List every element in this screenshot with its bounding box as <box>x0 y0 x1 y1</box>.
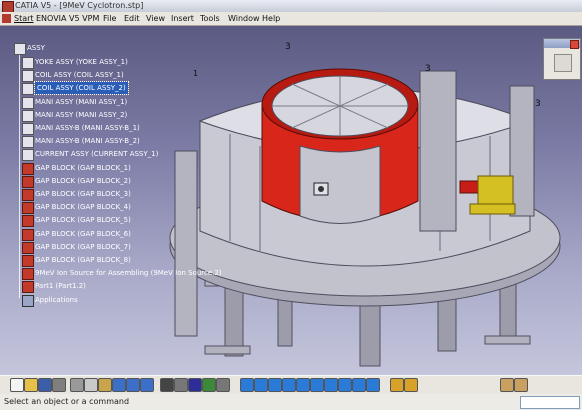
save-icon[interactable] <box>38 378 52 392</box>
tree-item-label: YOKE ASSY (YOKE ASSY_1) <box>35 58 128 66</box>
snap-icon[interactable] <box>202 378 216 392</box>
print-icon[interactable] <box>52 378 66 392</box>
svg-text:3: 3 <box>285 42 291 52</box>
new-icon[interactable] <box>10 378 24 392</box>
menu-tools[interactable]: Tools <box>200 12 220 25</box>
part-icon <box>22 175 34 188</box>
tree-root-label: ASSY <box>27 44 45 52</box>
whats-this-icon[interactable] <box>140 378 154 392</box>
material-icon[interactable] <box>500 378 514 392</box>
specification-tree[interactable]: ASSY YOKE ASSY (YOKE ASSY_1) COIL ASSY (C… <box>0 26 222 307</box>
part-icon <box>22 202 34 215</box>
workbench-icon[interactable] <box>554 54 572 72</box>
product-icon <box>22 149 34 162</box>
tree-item-label: GAP BLOCK (GAP BLOCK_1) <box>35 163 131 172</box>
zoom-out-icon[interactable] <box>296 378 310 392</box>
tree-item-label: GAP BLOCK (GAP BLOCK_7) <box>35 242 131 251</box>
product-icon <box>22 83 34 96</box>
tree-item-label: Applications <box>35 295 78 304</box>
cut-icon[interactable] <box>70 378 84 392</box>
tree-item-label: GAP BLOCK (GAP BLOCK_4) <box>35 203 131 212</box>
bottom-toolbar <box>0 375 582 395</box>
tree-item-label: MANI ASSY (MANI ASSY_2) <box>35 110 128 119</box>
part-icon <box>22 228 34 241</box>
status-bar: Select an object or a command <box>0 394 582 410</box>
measure-icon[interactable] <box>216 378 230 392</box>
tree-item-label: COIL ASSY (COIL ASSY_2) <box>34 81 129 96</box>
hide-show-icon[interactable] <box>390 378 404 392</box>
render-icon[interactable] <box>352 378 366 392</box>
part-icon <box>22 255 34 267</box>
fit-all-icon[interactable] <box>310 378 324 392</box>
applications-icon <box>22 294 34 307</box>
close-icon[interactable] <box>570 40 579 49</box>
lock-icon[interactable] <box>514 378 528 392</box>
product-icon <box>22 136 34 149</box>
part-icon <box>22 162 34 175</box>
workbench-toolbar[interactable] <box>543 38 581 80</box>
move-icon[interactable] <box>268 378 282 392</box>
redo-icon[interactable] <box>126 378 140 392</box>
tree-item-label: GAP BLOCK (GAP BLOCK_8) <box>35 256 131 264</box>
menu-bar: Start ENOVIA V5 VPM File Edit View Inser… <box>0 12 582 26</box>
part-icon <box>22 215 34 228</box>
menu-window[interactable]: Window <box>228 12 260 25</box>
normal-view-icon[interactable] <box>324 378 338 392</box>
3d-viewport[interactable]: 3 3 3 1 ASSY YOKE ASSY (YOKE ASSY_1) COIL… <box>0 26 582 375</box>
copy-icon[interactable] <box>84 378 98 392</box>
tree-item-label: 9MeV Ion Source for Assembling (9MeV Ion… <box>35 269 222 278</box>
tree-item-label: MANI ASSY-B (MANI ASSY-B_1) <box>35 124 140 132</box>
tree-item-label: MANI ASSY (MANI ASSY_1) <box>35 97 128 106</box>
tree-item-label: GAP BLOCK (GAP BLOCK_6) <box>35 229 131 238</box>
open-icon[interactable] <box>24 378 38 392</box>
menu-view[interactable]: View <box>146 12 165 25</box>
product-icon <box>14 43 26 55</box>
formula-icon[interactable] <box>160 378 174 392</box>
tree-item-label: MANI ASSY-B (MANI ASSY-B_2) <box>35 137 140 146</box>
tree-item-label: Part1 (Part1.2) <box>35 282 86 291</box>
menu-help[interactable]: Help <box>262 12 280 25</box>
product-icon <box>22 96 34 109</box>
zoom-in-icon[interactable] <box>282 378 296 392</box>
part-icon <box>22 189 34 201</box>
pan-icon[interactable] <box>240 378 254 392</box>
menu-edit[interactable]: Edit <box>124 12 140 25</box>
table-icon[interactable] <box>188 378 202 392</box>
swap-icon[interactable] <box>404 378 418 392</box>
tree-branch-line <box>19 48 20 298</box>
comment-icon[interactable] <box>174 378 188 392</box>
tree-item-label: GAP BLOCK (GAP BLOCK_5) <box>35 216 131 225</box>
part-icon <box>22 241 34 254</box>
rotate-icon[interactable] <box>254 378 268 392</box>
tree-item-label: COIL ASSY (COIL ASSY_1) <box>35 71 124 80</box>
menu-start[interactable]: Start <box>14 12 34 25</box>
product-icon <box>22 70 34 83</box>
svg-text:3: 3 <box>425 64 431 74</box>
status-message: Select an object or a command <box>4 397 130 406</box>
part-icon <box>22 268 34 281</box>
tree-item-label: CURRENT ASSY (CURRENT ASSY_1) <box>35 150 159 159</box>
paste-icon[interactable] <box>98 378 112 392</box>
command-input[interactable] <box>520 396 580 409</box>
product-icon <box>22 109 34 122</box>
window-title: CATIA V5 - [9MeV Cyclotron.stp] <box>15 1 144 10</box>
catia-logo-icon <box>2 14 11 23</box>
menu-file[interactable]: File <box>103 12 116 25</box>
menu-insert[interactable]: Insert <box>171 12 194 25</box>
part-icon <box>22 281 34 294</box>
product-icon <box>22 123 34 135</box>
iso-view-icon[interactable] <box>338 378 352 392</box>
undo-icon[interactable] <box>112 378 126 392</box>
menu-enovia[interactable]: ENOVIA V5 VPM <box>36 12 99 25</box>
product-icon <box>22 57 34 69</box>
shading-icon[interactable] <box>366 378 380 392</box>
tree-item-label: GAP BLOCK (GAP BLOCK_2) <box>35 176 131 185</box>
tree-item-label: GAP BLOCK (GAP BLOCK_3) <box>35 190 131 198</box>
svg-text:3: 3 <box>535 99 541 109</box>
